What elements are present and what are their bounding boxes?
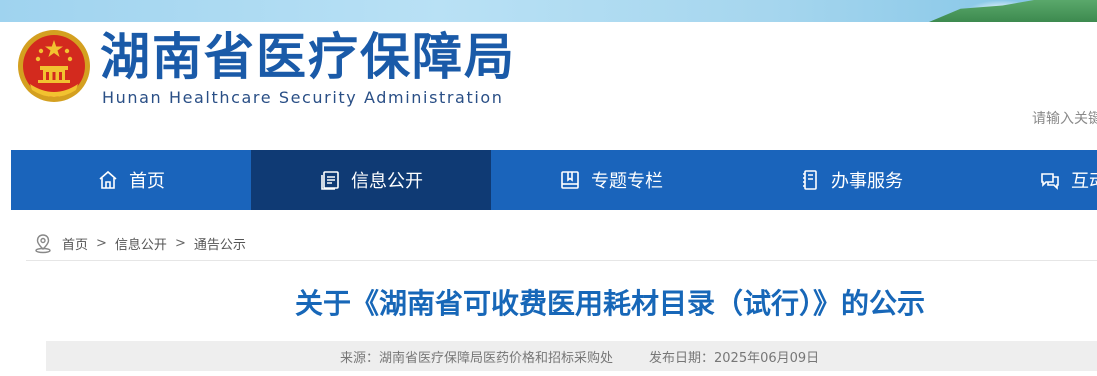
document-list-icon	[319, 169, 341, 191]
nav-item-label: 专题专栏	[591, 171, 663, 192]
nav-item-info-disclosure[interactable]: 信息公开	[251, 150, 491, 210]
article-title: 关于《湖南省可收费医用耗材目录（试行）》的公示	[294, 287, 925, 320]
location-pin-icon	[35, 234, 51, 254]
article-publish-date: 发布日期：2025年06月09日	[649, 350, 820, 366]
breadcrumb: 首页 > 信息公开 > 通告公示	[32, 230, 246, 256]
article-meta-bar: 来源：湖南省医疗保障局医药价格和招标采购处 发布日期：2025年06月09日	[46, 341, 1097, 371]
nav-item-services[interactable]: 办事服务	[731, 150, 971, 210]
book-icon	[559, 169, 581, 191]
article-source: 来源：湖南省医疗保障局医药价格和招标采购处	[340, 350, 614, 366]
nav-item-home[interactable]: 首页	[11, 150, 251, 210]
nav-item-label: 首页	[129, 171, 165, 192]
nav-item-label: 信息公开	[351, 171, 423, 192]
national-emblem-logo	[18, 30, 90, 102]
breadcrumb-section-link[interactable]: 信息公开	[115, 234, 167, 253]
home-icon	[97, 169, 119, 191]
search-input[interactable]	[1020, 106, 1097, 132]
nav-item-interaction[interactable]: 互动交流	[971, 150, 1097, 210]
nav-item-topics[interactable]: 专题专栏	[491, 150, 731, 210]
top-banner	[0, 0, 1097, 22]
site-title: 湖南省医疗保障局	[100, 27, 516, 86]
nav-item-label: 互动交流	[1071, 171, 1097, 192]
main-nav: 首页 信息公开 专题专栏 办事服务 互	[11, 150, 1097, 210]
chat-icon	[1039, 169, 1061, 191]
breadcrumb-current-link[interactable]: 通告公示	[194, 234, 246, 253]
nav-item-label: 办事服务	[831, 171, 903, 192]
breadcrumb-divider	[26, 260, 1097, 261]
breadcrumb-separator: >	[174, 235, 186, 251]
breadcrumb-separator: >	[96, 235, 107, 251]
service-guide-icon	[799, 169, 821, 191]
site-subtitle: Hunan Healthcare Security Administration	[102, 88, 504, 107]
breadcrumb-home-link[interactable]: 首页	[62, 234, 88, 253]
